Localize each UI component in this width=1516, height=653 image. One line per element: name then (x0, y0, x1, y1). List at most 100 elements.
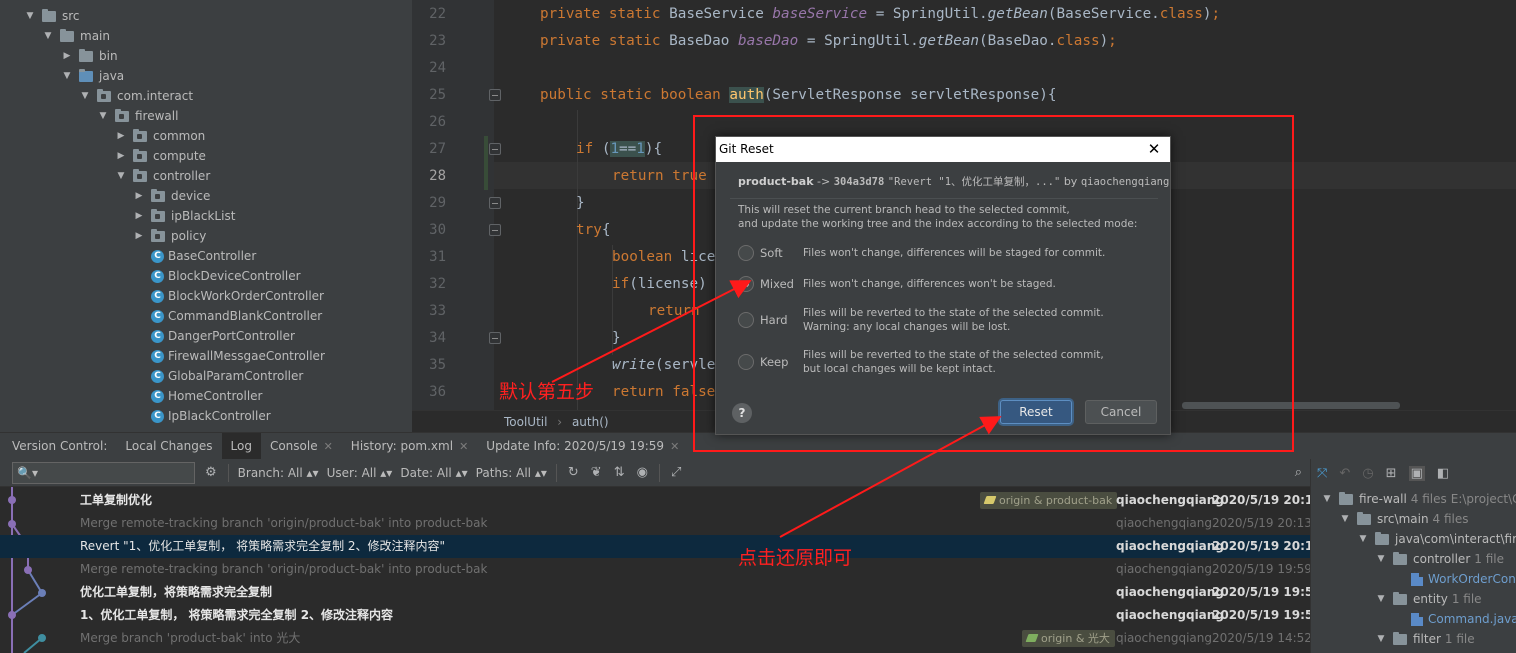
eye-icon[interactable]: ◉ (637, 465, 648, 480)
tree-item-bin[interactable]: ▶ bin (61, 46, 118, 66)
tree-item-policy[interactable]: ▶ policy (133, 226, 206, 246)
breadcrumb-class[interactable]: ToolUtil (504, 415, 547, 429)
tree-item-java[interactable]: ▼ java (61, 66, 124, 86)
tree-item-com-interact[interactable]: ▼ com.interact (79, 86, 193, 106)
tree-item-class[interactable]: C HomeController (151, 386, 262, 406)
change-marker[interactable] (484, 136, 488, 190)
close-icon[interactable]: ✕ (459, 433, 468, 460)
commit-row[interactable]: Merge remote-tracking branch 'origin/pro… (0, 512, 1310, 535)
tree-item-controller[interactable]: ▼ controller (115, 166, 210, 186)
tree-item-main[interactable]: ▼ main (42, 26, 110, 46)
tab-local-changes[interactable]: Local Changes (116, 433, 221, 460)
chevron-right-icon[interactable]: ▶ (133, 206, 145, 226)
commit-row-selected[interactable]: Revert "1、优化工单复制， 将策略需求完全复制 2、修改注释内容" qi… (0, 535, 1310, 558)
changes-node[interactable]: ▼ src\main 4 files (1339, 509, 1469, 529)
history-icon[interactable]: ◷ (1362, 466, 1373, 481)
tree-item-class[interactable]: C IpBlackController (151, 406, 271, 426)
commit-row[interactable]: 优化工单复制，将策略需求完全复制 qiaochengqiang 2020/5/1… (0, 581, 1310, 604)
diff-icon[interactable]: ⤧ (1317, 466, 1327, 481)
class-icon: C (151, 369, 164, 383)
fold-marker-icon[interactable] (489, 197, 501, 209)
tree-item-class[interactable]: C BlockWorkOrderController (151, 286, 324, 306)
user-filter[interactable]: User: All ▴▾ (327, 466, 393, 480)
changes-node[interactable]: ▼ java\com\interact\firew (1357, 529, 1516, 549)
commit-message: Merge remote-tracking branch 'origin/pro… (80, 516, 488, 530)
chevron-down-icon[interactable]: ▼ (1375, 589, 1387, 609)
code-line-33[interactable]: return (648, 298, 700, 325)
revert-icon[interactable]: ↶ (1339, 466, 1350, 481)
cherry-pick-icon[interactable]: ❦ (591, 465, 602, 480)
tree-item-firewall[interactable]: ▼ firewall (97, 106, 178, 126)
chevron-right-icon[interactable]: ▶ (115, 126, 127, 146)
refresh-icon[interactable]: ↻ (568, 465, 579, 480)
code-line-23[interactable]: private static BaseDao baseDao = SpringU… (540, 28, 1117, 55)
changed-file[interactable]: WorkOrderContr (1411, 569, 1516, 589)
chevron-right-icon[interactable]: ▶ (133, 226, 145, 246)
tab-log[interactable]: Log (221, 432, 261, 460)
paths-filter[interactable]: Paths: All ▴▾ (476, 466, 547, 480)
chevron-down-icon[interactable]: ▼ (1375, 549, 1387, 569)
tree-item-class[interactable]: C GlobalParamController (151, 366, 303, 386)
search-icon[interactable]: ⌕ (1295, 465, 1302, 480)
chevron-down-icon[interactable]: ▼ (1375, 629, 1387, 649)
commit-row[interactable]: 工单复制优化 origin & product-bak qiaochengqia… (0, 489, 1310, 512)
code-line-22[interactable]: private static BaseService baseService =… (540, 1, 1220, 28)
chevron-down-icon[interactable]: ▼ (61, 66, 73, 86)
chevron-right-icon[interactable]: ▶ (133, 186, 145, 206)
tree-item-class[interactable]: C CommandBlankController (151, 306, 322, 326)
close-icon[interactable]: ✕ (324, 433, 333, 460)
chevron-down-icon[interactable]: ▼ (42, 26, 54, 46)
commit-row[interactable]: Merge remote-tracking branch 'origin/pro… (0, 558, 1310, 581)
chevron-down-icon[interactable]: ▼ (97, 106, 109, 126)
group-by-icon[interactable]: ⊞ (1386, 466, 1397, 481)
fold-marker-icon[interactable] (489, 224, 501, 236)
log-search-input[interactable]: 🔍▾ (12, 461, 195, 484)
preview-diff-icon[interactable]: ▣ (1408, 465, 1425, 481)
date-filter[interactable]: Date: All ▴▾ (400, 466, 467, 480)
code-line-27[interactable]: if (1==1){ (576, 136, 662, 163)
changed-file[interactable]: Command.java (1411, 609, 1516, 629)
changes-node[interactable]: ▼ filter 1 file (1375, 629, 1475, 649)
code-line-30[interactable]: try{ (576, 217, 610, 244)
commit-author: qiaochengqiang (1116, 493, 1224, 507)
tree-item-class[interactable]: C BaseController (151, 246, 256, 266)
sort-icon[interactable]: ⇅ (614, 465, 625, 480)
tree-item-common[interactable]: ▶ common (115, 126, 205, 146)
breadcrumb-method[interactable]: auth() (572, 415, 609, 429)
code-line-34[interactable]: } (612, 325, 621, 352)
tree-item-ipblacklist[interactable]: ▶ ipBlackList (133, 206, 235, 226)
chevron-down-icon[interactable]: ▼ (79, 86, 91, 106)
chevron-down-icon[interactable]: ▼ (115, 166, 127, 186)
code-line-29[interactable]: } (576, 190, 585, 217)
tree-item-device[interactable]: ▶ device (133, 186, 210, 206)
chevron-right-icon[interactable]: ▶ (61, 46, 73, 66)
chevron-down-icon[interactable]: ▼ (1357, 529, 1369, 549)
fold-marker-icon[interactable] (489, 89, 501, 101)
tree-item-class[interactable]: C FirewallMessgaeController (151, 346, 325, 366)
tree-item-class[interactable]: C DangerPortController (151, 326, 295, 346)
tab-update-info[interactable]: Update Info: 2020/5/19 19:59 ✕ (477, 433, 688, 460)
tab-history[interactable]: History: pom.xml ✕ (342, 433, 477, 460)
tree-item-compute[interactable]: ▶ compute (115, 146, 206, 166)
changes-node[interactable]: ▼ controller 1 file (1375, 549, 1504, 569)
code-line-25[interactable]: public static boolean auth(ServletRespon… (540, 82, 1056, 109)
chevron-down-icon[interactable]: ▼ (1339, 509, 1351, 529)
changes-node[interactable]: ▼ entity 1 file (1375, 589, 1482, 609)
expand-icon[interactable]: ⤢ (671, 465, 681, 480)
commit-row[interactable]: Merge branch 'product-bak' into 光大 origi… (0, 627, 1310, 650)
changes-root-path: E:\project\Git\ (1450, 492, 1516, 506)
commit-row[interactable]: 1、优化工单复制， 将策略需求完全复制 2、修改注释内容 qiaochengqi… (0, 604, 1310, 627)
branch-filter[interactable]: Branch: All ▴▾ (238, 466, 319, 480)
chevron-right-icon[interactable]: ▶ (115, 146, 127, 166)
fold-marker-icon[interactable] (489, 332, 501, 344)
tab-console[interactable]: Console ✕ (261, 433, 342, 460)
tree-item-class[interactable]: C BlockDeviceController (151, 266, 301, 286)
close-icon[interactable]: ✕ (670, 433, 679, 460)
chevron-down-icon[interactable]: ▼ (1321, 489, 1333, 509)
changes-root[interactable]: ▼ fire-wall4 filesE:\project\Git\ (1321, 489, 1516, 509)
tree-item-src[interactable]: ▼ src (24, 6, 80, 26)
chevron-down-icon[interactable]: ▼ (24, 6, 36, 26)
layout-icon[interactable]: ◧ (1437, 466, 1449, 481)
gear-icon[interactable]: ⚙ (205, 465, 217, 480)
fold-marker-icon[interactable] (489, 143, 501, 155)
